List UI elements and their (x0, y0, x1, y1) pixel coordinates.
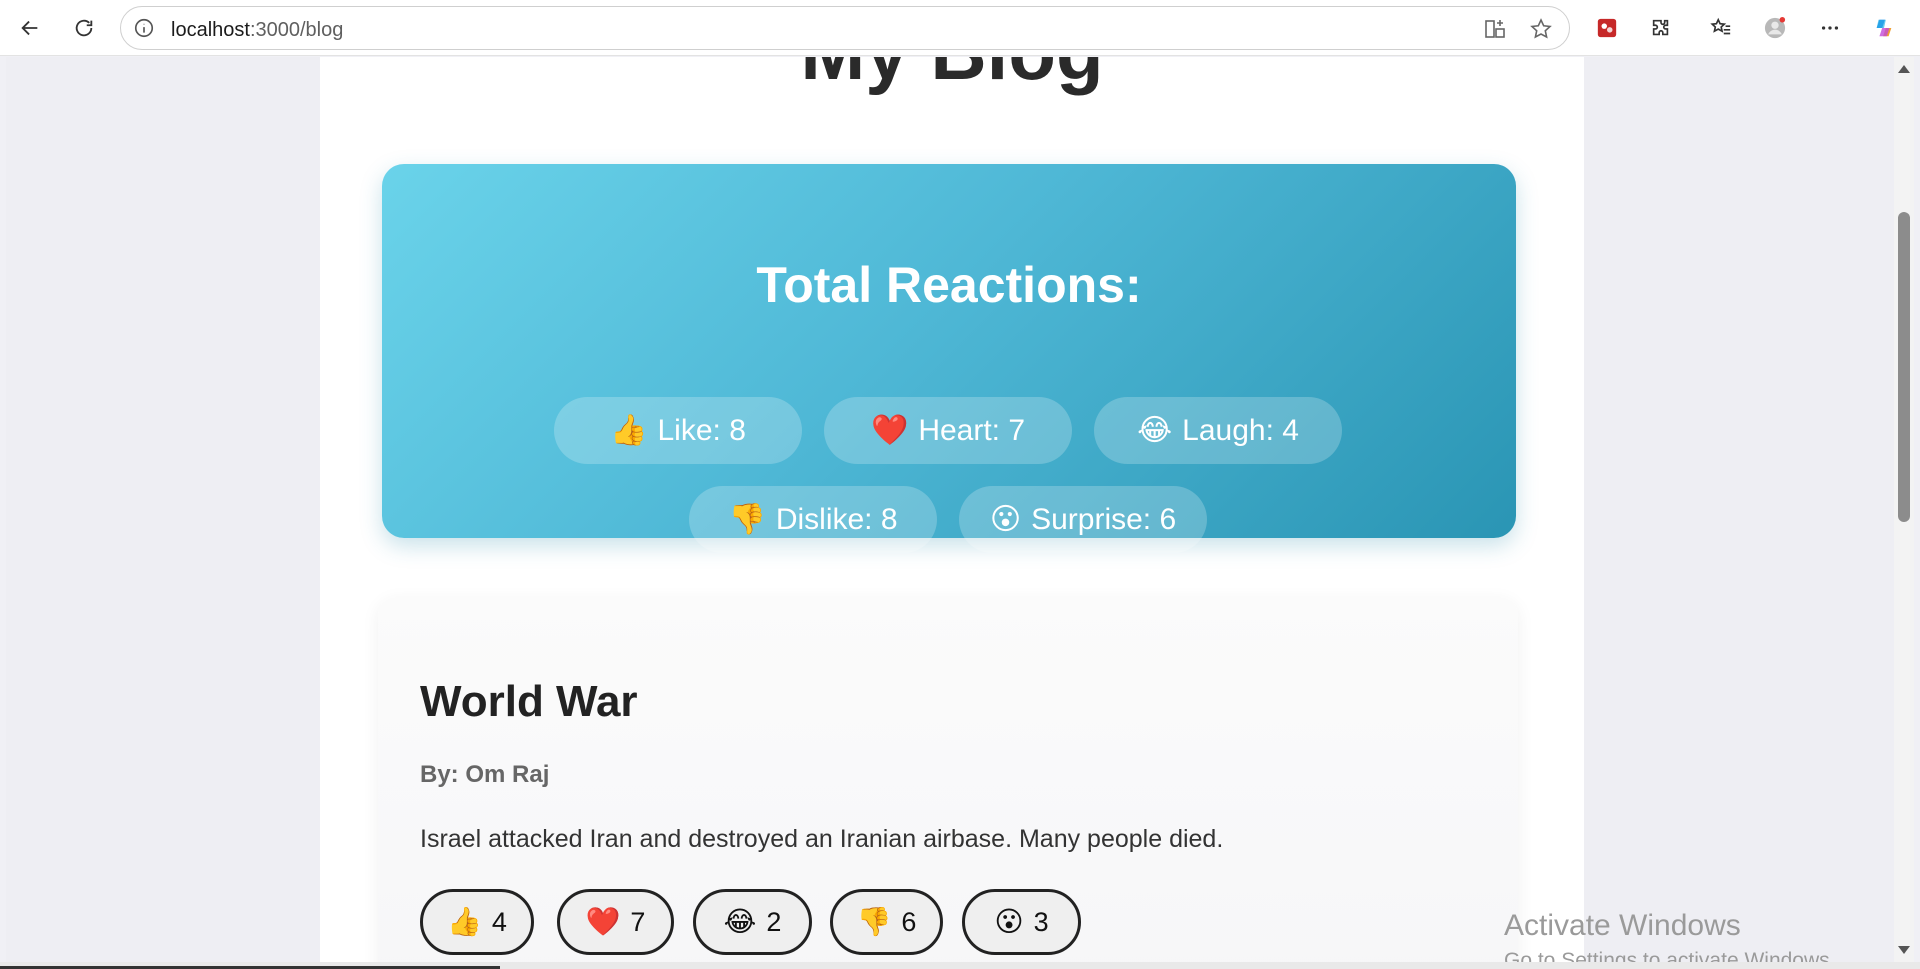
thumbs-down-icon: 👎 (728, 502, 766, 536)
app-available-icon[interactable] (1483, 17, 1507, 41)
post-card: World War By: Om Raj Israel attacked Ira… (378, 597, 1518, 962)
total-surprise-label: Surprise: 6 (1031, 502, 1177, 536)
total-heart-label: Heart: 7 (918, 413, 1026, 447)
extension-button[interactable] (1589, 10, 1625, 46)
surprise-icon: 😮 (994, 906, 1024, 937)
taskbar-edge (0, 962, 1920, 969)
laugh-icon: 😂 (1137, 413, 1173, 447)
scroll-up-arrow-icon[interactable] (1898, 65, 1910, 73)
blog-container: My Blog Total Reactions: 👍 Like: 8 ❤️ He… (320, 57, 1584, 962)
heart-icon: ❤️ (585, 906, 621, 937)
extension-red-icon (1597, 18, 1617, 38)
watermark-line-1: Activate Windows (1504, 909, 1741, 942)
copilot-icon (1876, 19, 1892, 37)
url-host: localhost (171, 19, 250, 41)
reload-button[interactable] (66, 10, 102, 46)
avatar-icon (1764, 17, 1786, 39)
total-reactions-title: Total Reactions: (756, 257, 1142, 313)
heart-button[interactable]: ❤️ 7 (557, 889, 674, 955)
url-path: :3000/blog (249, 19, 344, 41)
ellipsis-icon (1821, 26, 1839, 30)
dislike-count: 6 (901, 906, 917, 937)
back-button[interactable] (12, 10, 48, 46)
heart-icon: ❤️ (870, 413, 909, 447)
site-info-icon[interactable] (133, 17, 155, 39)
thumbs-up-icon: 👍 (447, 906, 482, 937)
laugh-icon: 😂 (723, 906, 757, 937)
scroll-down-arrow-icon[interactable] (1898, 946, 1910, 954)
total-heart-pill: ❤️ Heart: 7 (824, 397, 1072, 464)
profile-button[interactable] (1757, 10, 1793, 46)
like-button[interactable]: 👍 4 (420, 889, 534, 955)
copilot-button[interactable] (1866, 10, 1902, 46)
puzzle-icon (1652, 19, 1669, 36)
dislike-button[interactable]: 👎 6 (830, 889, 943, 955)
watermark-line-2: Go to Settings to activate Windows. (1504, 949, 1836, 962)
address-bar[interactable]: localhost:3000/blog (120, 6, 1570, 50)
reload-icon (75, 19, 93, 37)
total-like-label: Like: 8 (657, 413, 746, 447)
like-count: 4 (491, 906, 507, 937)
total-surprise-pill: 😮 Surprise: 6 (959, 486, 1207, 553)
total-laugh-label: Laugh: 4 (1182, 413, 1299, 447)
page-title: My Blog (320, 57, 1584, 98)
post-title: World War (420, 677, 638, 726)
url-text: localhost:3000/blog (171, 19, 343, 42)
scrollbar-thumb[interactable] (1898, 212, 1910, 522)
windows-activation-watermark: Activate Windows Go to Settings to activ… (1504, 909, 1836, 962)
page-viewport: My Blog Total Reactions: 👍 Like: 8 ❤️ He… (6, 57, 1894, 962)
laugh-button[interactable]: 😂 2 (693, 889, 812, 955)
total-reactions-panel: Total Reactions: 👍 Like: 8 ❤️ Heart: 7 😂… (382, 164, 1516, 553)
favorite-star-icon[interactable] (1529, 17, 1553, 41)
total-dislike-pill: 👎 Dislike: 8 (689, 486, 937, 553)
total-dislike-label: Dislike: 8 (775, 502, 898, 536)
heart-count: 7 (630, 906, 646, 937)
surprise-button[interactable]: 😮 3 (962, 889, 1081, 955)
more-menu-button[interactable] (1812, 10, 1848, 46)
post-author: By: Om Raj (420, 761, 550, 788)
surprise-icon: 😮 (989, 502, 1022, 536)
vertical-scrollbar[interactable] (1894, 57, 1914, 962)
post-body: Israel attacked Iran and destroyed an Ir… (420, 825, 1224, 853)
surprise-count: 3 (1033, 906, 1049, 937)
back-arrow-icon (21, 20, 38, 36)
favorites-button[interactable] (1703, 10, 1739, 46)
favorites-list-icon (1710, 17, 1731, 35)
total-like-pill: 👍 Like: 8 (554, 397, 802, 464)
thumbs-up-icon: 👍 (610, 413, 648, 447)
extensions-button[interactable] (1643, 10, 1679, 46)
browser-toolbar: localhost:3000/blog (0, 0, 1920, 56)
thumbs-down-icon: 👎 (856, 906, 892, 937)
total-laugh-pill: 😂 Laugh: 4 (1094, 397, 1342, 464)
laugh-count: 2 (766, 906, 782, 937)
